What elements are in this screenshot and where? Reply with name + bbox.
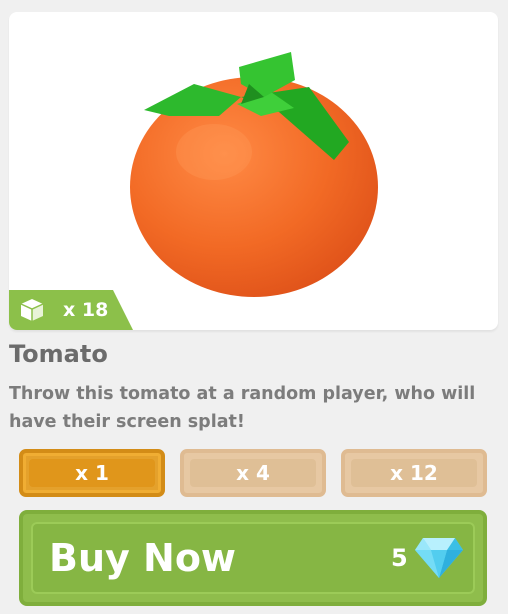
quantity-option-4[interactable]: x 4: [180, 449, 326, 497]
tomato-icon: [130, 52, 378, 297]
item-description: Throw this tomato at a random player, wh…: [9, 384, 476, 432]
owned-count-badge: x 18: [9, 290, 133, 330]
quantity-option-label: x 1: [75, 461, 109, 485]
item-preview-card: x 18: [9, 12, 498, 330]
price-value: 5: [391, 544, 408, 572]
buy-now-label: Buy Now: [49, 536, 237, 580]
box-icon: [19, 297, 45, 323]
quantity-option-label: x 4: [236, 461, 270, 485]
item-title: Tomato: [9, 340, 108, 368]
quantity-option-label: x 12: [390, 461, 438, 485]
diamond-gem-icon: [415, 538, 463, 578]
buy-now-button[interactable]: Buy Now 5: [19, 510, 487, 606]
quantity-option-12[interactable]: x 12: [341, 449, 487, 497]
owned-count-text: x 18: [63, 299, 109, 321]
quantity-selector: x 1 x 4 x 12: [19, 449, 487, 497]
quantity-option-1[interactable]: x 1: [19, 449, 165, 497]
